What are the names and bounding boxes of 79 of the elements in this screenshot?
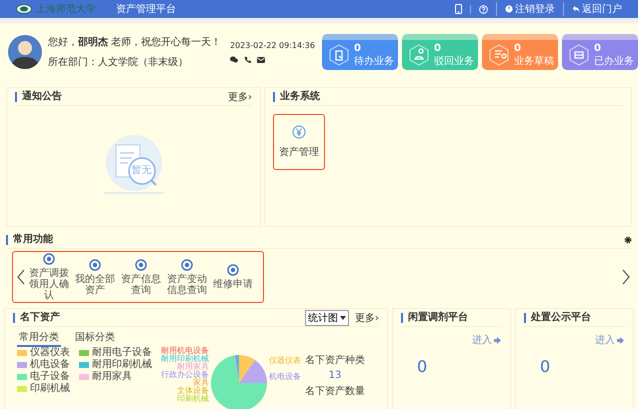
count-text: 0 xyxy=(514,42,522,54)
header-link[interactable]: 注销登录 xyxy=(496,2,563,16)
empty-label: 暂无 xyxy=(132,165,152,177)
card-label: 驳回业务 xyxy=(434,54,474,68)
datetime-text: 2023-02-22 09:14:36 xyxy=(230,41,315,50)
section-title: 闲置调剂平台 xyxy=(401,312,468,322)
logo-text: 上海师范大学 xyxy=(36,2,96,16)
hexagon-icon xyxy=(328,44,350,66)
stat-label: 名下资产种类 xyxy=(305,354,365,367)
section-title: 名下资产 xyxy=(13,312,60,322)
target-icon xyxy=(43,253,55,265)
hexagon-icon xyxy=(488,44,510,66)
slice-label: 机电设备 xyxy=(269,373,301,381)
caret-icon xyxy=(340,316,346,320)
slice-label: 家具 xyxy=(193,379,209,387)
category-tab[interactable]: 国标分类 xyxy=(73,329,117,347)
slice-label: 耐用家具 xyxy=(177,363,209,371)
power-icon xyxy=(505,5,513,13)
slice-label: 行政办公设备 xyxy=(161,371,209,379)
hexagon-icon xyxy=(568,44,590,66)
function-shortcut[interactable]: 资产调拨领用人确认 xyxy=(27,253,71,301)
function-shortcut[interactable]: 资产信息查询 xyxy=(119,258,163,296)
mail-icon[interactable] xyxy=(257,56,265,62)
legend-item: 耐用印刷机械 xyxy=(79,359,159,370)
legend-item: 耐用电子设备 xyxy=(79,347,159,358)
legend-item: 机电设备 xyxy=(17,359,79,370)
card-label: 已办业务 xyxy=(594,54,634,68)
target-icon xyxy=(135,258,147,270)
count-text: 0 xyxy=(594,42,602,54)
legend-item: 仪器仪表 xyxy=(17,347,79,358)
target-icon xyxy=(227,264,239,276)
help-icon xyxy=(479,4,488,14)
stat-value: 13 xyxy=(328,370,342,381)
settings-icon[interactable] xyxy=(624,236,632,244)
system-tile[interactable]: 资产管理 xyxy=(273,114,325,170)
slice-label: 仪器仪表 xyxy=(269,357,301,365)
yen-icon xyxy=(292,125,306,139)
chat-icon[interactable] xyxy=(230,56,238,63)
more-link[interactable]: 更多› xyxy=(355,310,379,324)
stat-label: 名下资产数量 xyxy=(305,384,365,398)
card-label: 业务草稿 xyxy=(514,54,554,68)
return-icon xyxy=(572,5,580,13)
enter-arrow-icon xyxy=(617,336,625,344)
function-shortcut[interactable]: 资产变动信息查询 xyxy=(165,258,209,296)
legend-item: 耐用家具 xyxy=(79,371,159,382)
legend-item: 电子设备 xyxy=(17,371,79,382)
count-text: 0 xyxy=(434,42,442,54)
slice-label: 印刷机械 xyxy=(177,395,209,403)
hexagon-icon xyxy=(408,44,430,66)
slice-label: 文体设备 xyxy=(177,387,209,395)
section-title: 通知公告 xyxy=(15,92,62,102)
phone-icon xyxy=(455,4,462,14)
next-button[interactable] xyxy=(622,269,630,285)
section-title: 常用功能 xyxy=(6,234,53,244)
category-tab[interactable]: 常用分类 xyxy=(17,329,61,347)
more-link[interactable]: 更多› xyxy=(228,90,252,104)
enter-arrow-icon xyxy=(494,336,502,344)
card-label: 待办业务 xyxy=(354,54,394,68)
count-text: 0 xyxy=(540,357,552,376)
pie-chart-drawing xyxy=(211,355,267,409)
greeting-text: 您好，邵明杰 老师，祝您开心每一天！ xyxy=(48,36,222,49)
target-icon xyxy=(181,258,193,270)
phone-icon[interactable] xyxy=(244,56,251,63)
slice-label: 耐用印刷机械 xyxy=(161,355,209,363)
count-text: 0 xyxy=(354,42,362,54)
function-shortcut[interactable]: 维修申请 xyxy=(211,264,255,290)
previous-button[interactable] xyxy=(17,269,25,285)
section-title: 处置公示平台 xyxy=(524,312,591,322)
app-title: 资产管理平台 xyxy=(116,2,177,16)
section-title: 业务系统 xyxy=(273,92,320,102)
header-link[interactable]: 返回门户 xyxy=(563,2,630,16)
university-logo-icon xyxy=(16,4,32,14)
count-text: 0 xyxy=(417,357,428,376)
department-text: 所在部门：人文学院（非末级） xyxy=(48,56,188,69)
view-select[interactable]: 统计图 xyxy=(305,310,349,326)
target-icon xyxy=(89,258,101,270)
legend-item: 印刷机械 xyxy=(17,383,79,394)
function-shortcut[interactable]: 我的全部资产 xyxy=(73,258,117,296)
slice-label: 耐用机电设备 xyxy=(161,347,209,355)
